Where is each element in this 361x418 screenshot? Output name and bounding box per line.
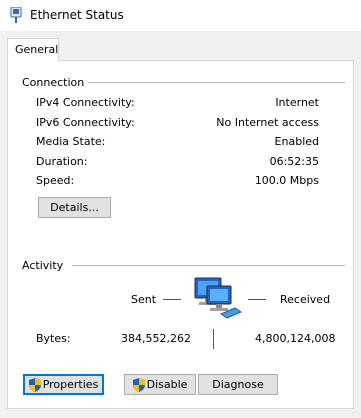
- window-title: Ethernet Status: [30, 8, 124, 22]
- activity-divider: [72, 265, 345, 266]
- sent-label: Sent: [131, 293, 157, 306]
- uac-shield-icon: [132, 377, 145, 392]
- ipv6-label: IPv6 Connectivity:: [36, 116, 135, 129]
- tab-general-label: General: [15, 43, 59, 56]
- media-state-label: Media State:: [36, 135, 106, 148]
- network-computers-icon: [194, 277, 243, 319]
- disable-label: Disable: [146, 378, 188, 391]
- tab-general[interactable]: General: [7, 38, 59, 61]
- ethernet-status-window: Ethernet Status General Connection IPv4 …: [0, 0, 361, 418]
- duration-label: Duration:: [36, 155, 88, 168]
- ipv4-label: IPv4 Connectivity:: [36, 96, 135, 109]
- ipv4-value: Internet: [275, 96, 319, 109]
- diagnose-button[interactable]: Diagnose: [198, 374, 278, 395]
- properties-button[interactable]: Properties: [23, 374, 104, 395]
- sent-dash: [163, 299, 181, 300]
- details-button[interactable]: Details...: [38, 197, 111, 218]
- received-dash: [248, 299, 266, 300]
- disable-button[interactable]: Disable: [124, 374, 196, 395]
- received-label: Received: [280, 293, 331, 306]
- network-adapter-icon: [10, 7, 22, 23]
- bytes-label: Bytes:: [36, 332, 71, 345]
- bytes-received-value: 4,800,124,008: [255, 332, 336, 345]
- activity-heading: Activity: [22, 259, 70, 272]
- speed-value: 100.0 Mbps: [254, 174, 319, 187]
- bytes-separator: [213, 329, 214, 349]
- properties-label: Properties: [42, 378, 99, 391]
- connection-heading: Connection: [22, 76, 91, 89]
- general-panel: Connection IPv4 Connectivity: Internet I…: [7, 60, 354, 409]
- ipv6-value: No Internet access: [216, 116, 319, 129]
- uac-shield-icon: [28, 377, 41, 392]
- bytes-sent-value: 384,552,262: [121, 332, 191, 345]
- connection-divider: [88, 82, 345, 83]
- media-state-value: Enabled: [274, 135, 319, 148]
- speed-label: Speed:: [36, 174, 75, 187]
- duration-value: 06:52:35: [269, 155, 319, 168]
- title-bar[interactable]: Ethernet Status: [0, 0, 361, 31]
